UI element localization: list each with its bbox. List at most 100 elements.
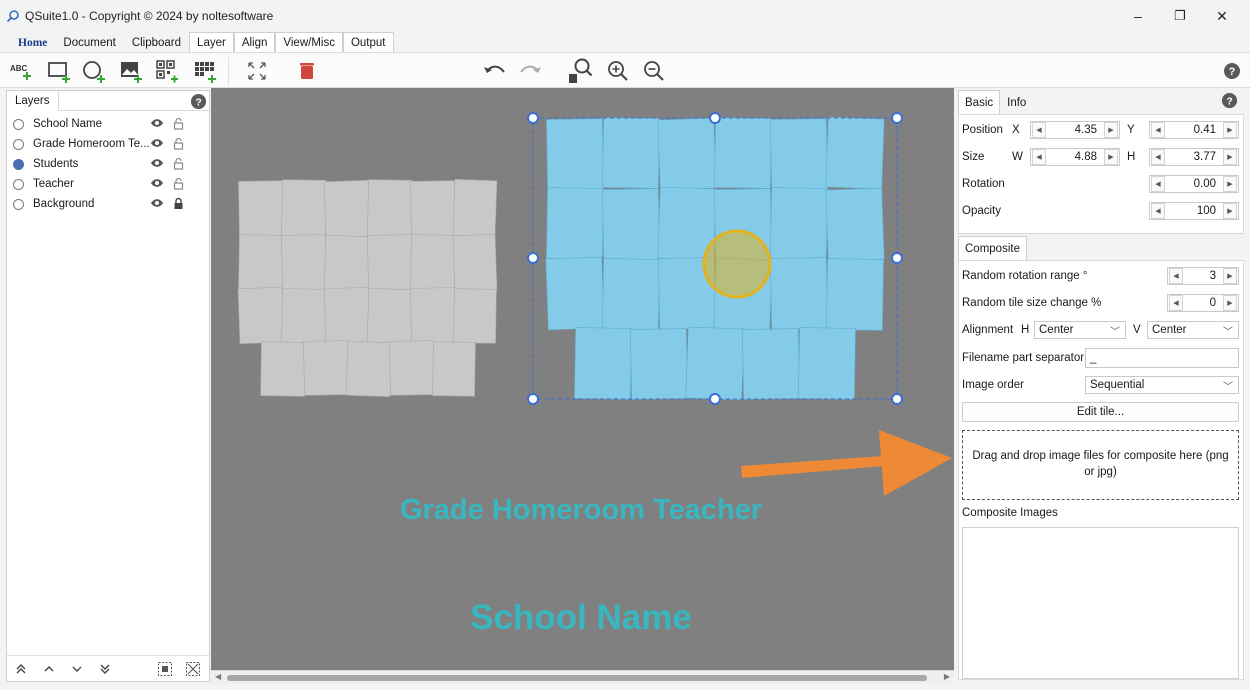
visibility-eye-icon[interactable] (150, 118, 164, 131)
composite-images-list[interactable] (962, 527, 1239, 679)
deselect-all-button[interactable] (185, 661, 201, 677)
close-button[interactable]: ✕ (1202, 0, 1242, 32)
position-y-stepper[interactable]: ◀ 0.41 ▶ (1149, 121, 1239, 139)
random-size-label: Random tile size change % (962, 297, 1102, 309)
x-label: X (1012, 124, 1020, 136)
add-text-button[interactable]: ABC (8, 57, 36, 85)
horizontal-scrollbar[interactable]: ◀ ▶ (211, 670, 954, 684)
undo-button[interactable] (481, 57, 509, 85)
tab-home[interactable]: Home (10, 32, 55, 52)
increment-icon[interactable]: ▶ (1223, 295, 1237, 311)
layer-select-radio[interactable] (13, 118, 24, 130)
layer-item-grade-homeroom-teacher[interactable]: Grade Homeroom Te... (7, 134, 209, 154)
alignment-v-label: V (1133, 324, 1141, 336)
opacity-stepper[interactable]: ◀ 100 ▶ (1149, 202, 1239, 220)
locked-icon[interactable] (173, 197, 184, 213)
add-rectangle-button[interactable] (45, 57, 73, 85)
restore-button[interactable]: ❐ (1160, 0, 1200, 32)
help-icon: ? (1221, 92, 1238, 109)
visibility-eye-icon[interactable] (150, 178, 164, 191)
layer-select-radio[interactable] (13, 178, 24, 190)
move-up-button[interactable] (41, 661, 57, 677)
tab-basic[interactable]: Basic (958, 90, 1001, 114)
alignment-h-select[interactable]: Center ﹀ (1034, 321, 1126, 339)
decrement-icon[interactable]: ◀ (1169, 295, 1183, 311)
increment-icon[interactable]: ▶ (1223, 122, 1237, 138)
zoom-in-button[interactable] (604, 57, 632, 85)
composite-box: Random rotation range ° ◀ 3 ▶ Random til… (958, 260, 1244, 680)
add-image-button[interactable] (117, 57, 145, 85)
decrement-icon[interactable]: ◀ (1032, 122, 1046, 138)
increment-icon[interactable]: ▶ (1223, 203, 1237, 219)
tab-layers[interactable]: Layers (7, 90, 59, 111)
zoom-out-button[interactable] (640, 57, 668, 85)
tab-output[interactable]: Output (342, 32, 394, 52)
random-size-stepper[interactable]: ◀ 0 ▶ (1167, 294, 1239, 312)
scroll-right-icon[interactable]: ▶ (944, 672, 950, 681)
fit-to-page-button[interactable] (243, 57, 271, 85)
scroll-left-icon[interactable]: ◀ (215, 672, 221, 681)
layer-item-school-name[interactable]: School Name (7, 114, 209, 134)
delete-button[interactable] (293, 57, 321, 85)
rotation-stepper[interactable]: ◀ 0.00 ▶ (1149, 175, 1239, 193)
alignment-v-select[interactable]: Center ﹀ (1147, 321, 1239, 339)
decrement-icon[interactable]: ◀ (1151, 149, 1165, 165)
decrement-icon[interactable]: ◀ (1032, 149, 1046, 165)
tab-layer[interactable]: Layer (189, 32, 234, 52)
tab-composite[interactable]: Composite (958, 236, 1027, 260)
redo-button[interactable] (516, 57, 544, 85)
random-rotation-stepper[interactable]: ◀ 3 ▶ (1167, 267, 1239, 285)
size-w-stepper[interactable]: ◀ 4.88 ▶ (1030, 148, 1120, 166)
edit-tile-button[interactable]: Edit tile... (962, 402, 1239, 422)
school-name-text[interactable]: School Name (361, 598, 801, 638)
increment-icon[interactable]: ▶ (1223, 149, 1237, 165)
visibility-eye-icon[interactable] (150, 198, 164, 211)
image-order-select[interactable]: Sequential ﹀ (1085, 376, 1239, 394)
add-qr-code-button[interactable] (153, 57, 181, 85)
unlocked-icon[interactable] (173, 177, 184, 193)
visibility-eye-icon[interactable] (150, 158, 164, 171)
unlocked-icon[interactable] (173, 137, 184, 153)
decrement-icon[interactable]: ◀ (1151, 122, 1165, 138)
unlocked-icon[interactable] (173, 157, 184, 173)
move-down-button[interactable] (69, 661, 85, 677)
design-canvas[interactable]: Grade Homeroom Teacher School Name (211, 88, 954, 670)
layer-item-background[interactable]: Background (7, 194, 209, 214)
minimize-button[interactable]: – (1118, 0, 1158, 32)
chevron-down-icon (72, 666, 82, 672)
unlocked-icon[interactable] (173, 117, 184, 133)
decrement-icon[interactable]: ◀ (1151, 203, 1165, 219)
decrement-icon[interactable]: ◀ (1169, 268, 1183, 284)
add-grid-button[interactable] (191, 57, 219, 85)
layer-select-radio[interactable] (13, 158, 24, 170)
layer-select-radio[interactable] (13, 138, 24, 150)
composite-dropzone[interactable]: Drag and drop image files for composite … (962, 430, 1239, 500)
scrollbar-thumb[interactable] (227, 675, 927, 681)
help-button[interactable]: ? (1218, 57, 1246, 85)
increment-icon[interactable]: ▶ (1104, 149, 1118, 165)
tab-view-misc[interactable]: View/Misc (275, 32, 343, 52)
size-h-stepper[interactable]: ◀ 3.77 ▶ (1149, 148, 1239, 166)
tab-info[interactable]: Info (1000, 90, 1033, 114)
move-to-bottom-button[interactable] (97, 661, 113, 677)
grade-homeroom-teacher-text[interactable]: Grade Homeroom Teacher (331, 494, 831, 527)
separator-input[interactable]: _ (1085, 348, 1239, 368)
tab-document[interactable]: Document (55, 32, 123, 52)
increment-icon[interactable]: ▶ (1104, 122, 1118, 138)
layer-item-teacher[interactable]: Teacher (7, 174, 209, 194)
select-all-button[interactable] (157, 661, 173, 677)
visibility-eye-icon[interactable] (150, 138, 164, 151)
position-x-stepper[interactable]: ◀ 4.35 ▶ (1030, 121, 1120, 139)
move-to-top-button[interactable] (13, 661, 29, 677)
properties-help-button[interactable]: ? (1221, 92, 1238, 112)
decrement-icon[interactable]: ◀ (1151, 176, 1165, 192)
zoom-fit-button[interactable] (566, 57, 594, 85)
tab-align[interactable]: Align (233, 32, 276, 52)
tab-clipboard[interactable]: Clipboard (124, 32, 189, 52)
increment-icon[interactable]: ▶ (1223, 268, 1237, 284)
add-ellipse-button[interactable] (80, 57, 108, 85)
layer-item-students[interactable]: Students (7, 154, 209, 174)
layer-select-radio[interactable] (13, 198, 24, 210)
layers-help-button[interactable]: ? (190, 93, 207, 113)
increment-icon[interactable]: ▶ (1223, 176, 1237, 192)
